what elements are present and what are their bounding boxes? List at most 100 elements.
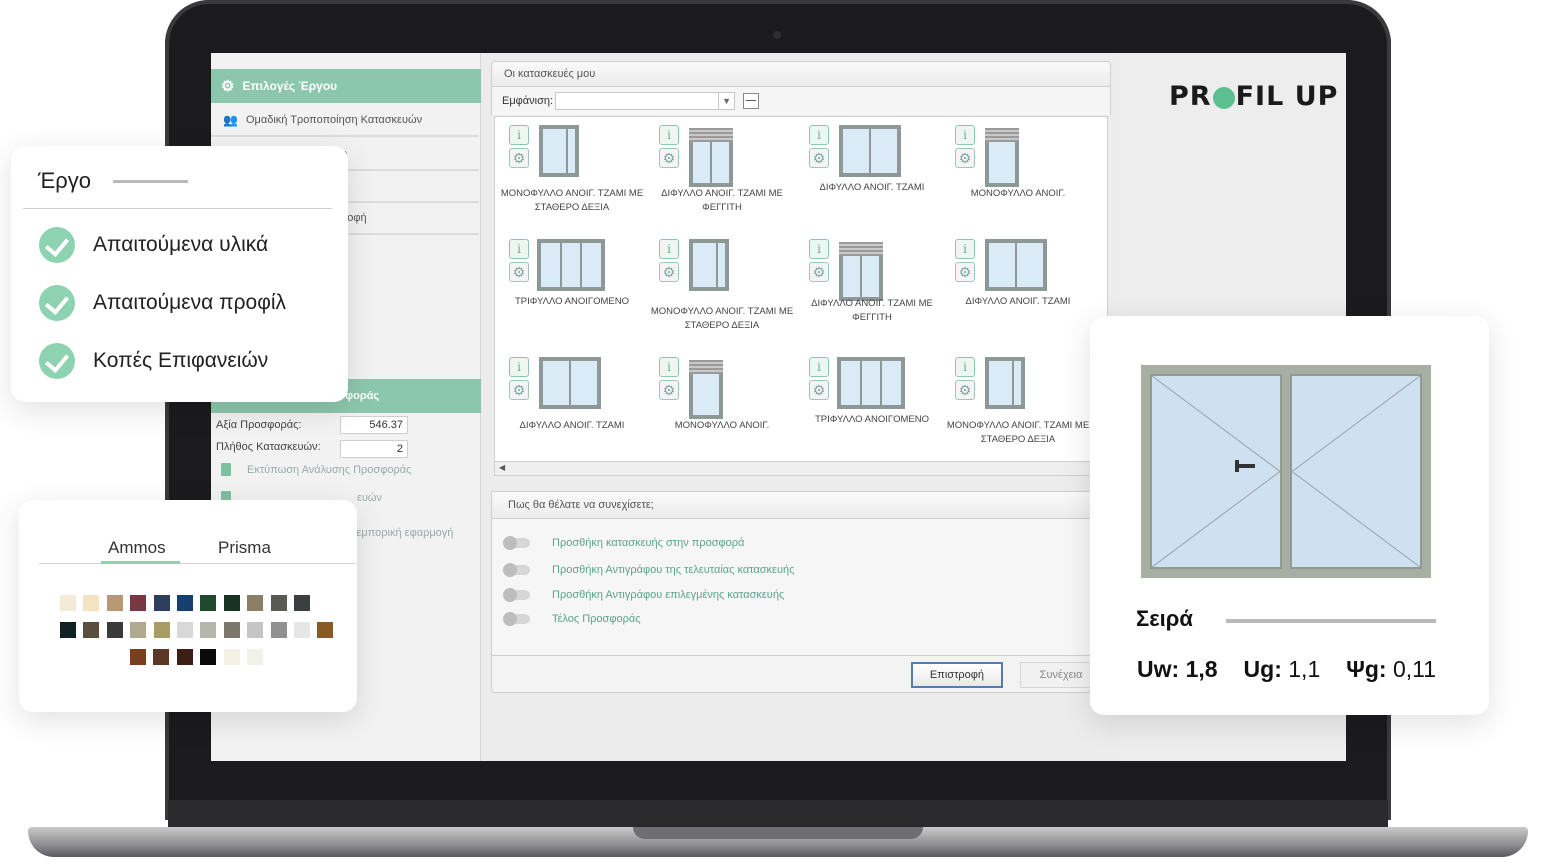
info-icon[interactable]: i bbox=[809, 357, 829, 377]
color-swatch[interactable] bbox=[270, 595, 287, 611]
color-swatch[interactable] bbox=[153, 622, 170, 638]
check-icon bbox=[39, 285, 75, 321]
info-icon[interactable]: i bbox=[955, 357, 975, 377]
info-icon[interactable]: i bbox=[659, 125, 679, 145]
color-swatch[interactable] bbox=[60, 622, 76, 638]
construction-item[interactable]: i ⚙ ΔΙΦΥΛΛΟ ΑΝΟΙΓ. ΤΖΑΜΙ bbox=[497, 351, 647, 461]
display-select[interactable]: ▼ bbox=[555, 92, 736, 110]
construction-item[interactable]: i ⚙ ΔΙΦΥΛΛΟ ΑΝΟΙΓ. ΤΖΑΜΙ ΜΕ ΦΕΓΓΙΤΗ bbox=[797, 233, 947, 343]
print-analysis-link[interactable]: Εκτύπωση Ανάλυσης Προσφοράς bbox=[221, 463, 411, 476]
color-swatch[interactable] bbox=[294, 595, 310, 611]
gear-icon[interactable]: ⚙ bbox=[509, 380, 529, 400]
info-icon[interactable]: i bbox=[955, 125, 975, 145]
window-thumbnail bbox=[985, 357, 1025, 409]
gear-icon[interactable]: ⚙ bbox=[955, 262, 975, 282]
chevron-left-icon[interactable]: ◀ bbox=[499, 463, 505, 472]
gear-icon[interactable]: ⚙ bbox=[809, 148, 829, 168]
info-icon[interactable]: i bbox=[809, 125, 829, 145]
construction-item[interactable]: i ⚙ ΔΙΦΥΛΛΟ ΑΝΟΙΓ. ΤΖΑΜΙ bbox=[797, 119, 947, 229]
toggle-switch[interactable] bbox=[503, 536, 530, 550]
info-icon[interactable]: i bbox=[509, 239, 529, 259]
gear-icon[interactable]: ⚙ bbox=[809, 262, 829, 282]
gear-icon[interactable]: ⚙ bbox=[509, 262, 529, 282]
info-icon[interactable]: i bbox=[809, 239, 829, 259]
color-swatch[interactable] bbox=[130, 622, 147, 638]
color-swatch[interactable] bbox=[177, 595, 193, 611]
option-add-construction[interactable]: Προσθήκη κατασκευής στην προσφορά bbox=[503, 536, 744, 550]
construction-item[interactable]: i ⚙ ΔΙΦΥΛΛΟ ΑΝΟΙΓ. ΤΖΑΜΙ bbox=[943, 233, 1093, 343]
color-swatch[interactable] bbox=[223, 595, 240, 611]
color-swatch[interactable] bbox=[247, 622, 264, 638]
color-swatch[interactable] bbox=[317, 622, 334, 638]
gear-icon[interactable]: ⚙ bbox=[659, 262, 679, 282]
color-swatch[interactable] bbox=[223, 622, 240, 638]
color-swatch[interactable] bbox=[60, 595, 76, 611]
info-icon[interactable]: i bbox=[509, 125, 529, 145]
info-icon[interactable]: i bbox=[509, 357, 529, 377]
gear-icon[interactable]: ⚙ bbox=[955, 148, 975, 168]
construction-item[interactable]: i ⚙ ΜΟΝΟΦΥΛΛΟ ΑΝΟΙΓ. ΤΖΑΜΙ ΜΕ ΣΤΑΘΕΡΟ ΔΕΞΙ… bbox=[497, 119, 647, 229]
construction-item[interactable]: i ⚙ ΤΡΙΦΥΛΛΟ ΑΝΟΙΓΟΜΕΝΟ bbox=[797, 351, 947, 461]
gear-icon: ⚙ bbox=[221, 78, 235, 95]
collapse-button[interactable] bbox=[743, 93, 760, 109]
construction-item[interactable]: i ⚙ ΜΟΝΟΦΥΛΛΟ ΑΝΟΙΓ. bbox=[647, 351, 797, 461]
color-swatch[interactable] bbox=[106, 595, 123, 611]
logo-o-icon bbox=[1212, 86, 1235, 109]
gear-icon[interactable]: ⚙ bbox=[955, 380, 975, 400]
info-icon[interactable]: i bbox=[659, 357, 679, 377]
my-constructions-title: Οι κατασκευές μου bbox=[491, 61, 1111, 87]
color-swatch[interactable] bbox=[130, 595, 147, 611]
toggle-switch[interactable] bbox=[503, 563, 530, 577]
color-swatch[interactable] bbox=[83, 622, 100, 638]
construction-item[interactable]: i ⚙ ΜΟΝΟΦΥΛΛΟ ΑΝΟΙΓ. ΤΖΑΜΙ ΜΕ ΣΤΑΘΕΡΟ ΔΕΞΙ… bbox=[647, 233, 797, 343]
gear-icon[interactable]: ⚙ bbox=[809, 380, 829, 400]
color-swatch[interactable] bbox=[200, 622, 217, 638]
color-swatch[interactable] bbox=[177, 622, 193, 638]
gear-icon[interactable]: ⚙ bbox=[659, 380, 679, 400]
chevron-down-icon[interactable]: ▼ bbox=[718, 93, 734, 109]
construction-item[interactable]: i ⚙ ΔΙΦΥΛΛΟ ΑΝΟΙΓ. ΤΖΑΜΙ ΜΕ ΦΕΓΓΙΤΗ bbox=[647, 119, 797, 229]
tab-prisma[interactable]: Prisma bbox=[218, 538, 271, 558]
color-swatch[interactable] bbox=[200, 595, 217, 611]
color-swatch[interactable] bbox=[270, 622, 287, 638]
color-swatch[interactable] bbox=[106, 622, 123, 638]
color-swatch[interactable] bbox=[153, 649, 170, 665]
color-swatch[interactable] bbox=[223, 649, 240, 665]
horizontal-scrollbar[interactable]: ◀ bbox=[495, 461, 1091, 475]
construction-item[interactable]: i ⚙ ΜΟΝΟΦΥΛΛΟ ΑΝΟΙΓ. ΤΖΑΜΙ ΜΕ ΣΤΑΘΕΡΟ ΔΕΞΙ… bbox=[943, 351, 1093, 461]
psig-value: Ψg: 0,11 bbox=[1346, 656, 1437, 682]
left-link-3[interactable]: ι εμπορική εφαρμογή bbox=[351, 527, 453, 539]
color-swatch[interactable] bbox=[83, 595, 100, 611]
constructions-count-field[interactable]: 2 bbox=[340, 440, 408, 458]
construction-item[interactable]: i ⚙ ΤΡΙΦΥΛΛΟ ΑΝΟΙΓΟΜΕΝΟ bbox=[497, 233, 647, 343]
color-swatch[interactable] bbox=[153, 595, 170, 611]
color-swatch[interactable] bbox=[247, 649, 263, 665]
color-swatch[interactable] bbox=[247, 595, 264, 611]
window-thumbnail bbox=[985, 128, 1019, 187]
option-copy-last[interactable]: Προσθήκη Αντιγράφου της τελευταίας κατασ… bbox=[503, 563, 794, 577]
option-copy-selected[interactable]: Προσθήκη Αντιγράφου επιλεγμένης κατασκευ… bbox=[503, 588, 784, 602]
construction-item[interactable]: i ⚙ ΜΟΝΟΦΥΛΛΟ ΑΝΟΙΓ. bbox=[943, 119, 1093, 229]
color-swatch[interactable] bbox=[130, 649, 146, 665]
offer-value-field[interactable]: 546.37 bbox=[340, 416, 408, 434]
project-options-header[interactable]: ⚙ Επιλογές Έργου bbox=[211, 69, 481, 103]
divider bbox=[23, 208, 332, 209]
info-icon[interactable]: i bbox=[659, 239, 679, 259]
item-label: Κοπές Επιφανειών bbox=[93, 349, 269, 372]
color-swatch[interactable] bbox=[200, 649, 217, 665]
tab-ammos[interactable]: Ammos bbox=[108, 538, 166, 558]
back-button[interactable]: Επιστροφή bbox=[911, 662, 1003, 688]
toggle-switch[interactable] bbox=[503, 588, 530, 602]
laptop-hinge bbox=[168, 800, 1388, 828]
window-thumbnail bbox=[689, 128, 733, 187]
color-swatch[interactable] bbox=[176, 649, 193, 665]
color-swatch[interactable] bbox=[294, 622, 310, 638]
toggle-switch[interactable] bbox=[503, 612, 530, 626]
construction-label: ΔΙΦΥΛΛΟ ΑΝΟΙΓ. ΤΖΑΜΙ bbox=[519, 420, 625, 431]
info-icon[interactable]: i bbox=[955, 239, 975, 259]
gear-icon[interactable]: ⚙ bbox=[509, 148, 529, 168]
gear-icon[interactable]: ⚙ bbox=[659, 148, 679, 168]
window-thumbnail bbox=[689, 239, 729, 291]
group-edit-item[interactable]: 👥 Ομαδική Τροποποίηση Κατασκευών bbox=[211, 105, 479, 137]
option-end-offer[interactable]: Τέλος Προσφοράς bbox=[503, 612, 641, 626]
